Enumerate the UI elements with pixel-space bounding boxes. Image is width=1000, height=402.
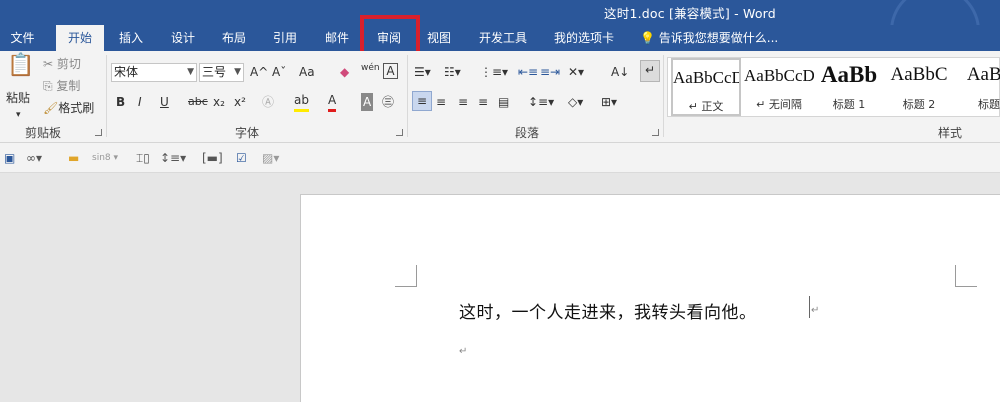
tab-layout[interactable]: 布局: [213, 25, 255, 51]
title-bar: 这时1.doc [兼容模式] - Word: [0, 0, 1000, 76]
show-marks-icon[interactable]: ↵: [640, 60, 660, 82]
sort-icon[interactable]: A↓: [611, 63, 629, 81]
document-paragraph[interactable]: 这时，一个人走进来，我转头看向他。: [459, 298, 757, 323]
separator: [407, 55, 408, 137]
asian-layout-icon[interactable]: ✕▾: [568, 63, 584, 81]
ribbon-home: 📋 粘贴 ▾ ✂ 剪切 ⎘ 复制 🖌格式刷 剪贴板 宋体 ▼ 三号 ▼ A^ Aˇ …: [0, 51, 1000, 143]
strikethrough-button[interactable]: abc: [188, 93, 208, 111]
subscript-button[interactable]: x₂: [213, 93, 225, 111]
checkbox-icon[interactable]: ☑: [236, 149, 247, 167]
paragraph-mark: ↵: [811, 305, 820, 316]
separator: [663, 55, 664, 137]
style-normal[interactable]: AaBbCcDd ↵ 正文: [671, 58, 741, 116]
chevron-down-icon: ▼: [234, 67, 241, 77]
char-shading-button[interactable]: A: [361, 93, 374, 111]
shading-icon[interactable]: ◇▾: [568, 93, 583, 111]
window-title: 这时1.doc [兼容模式] - Word: [604, 6, 776, 21]
paste-icon[interactable]: 📋: [7, 55, 34, 77]
tab-my-tab[interactable]: 我的选项卡: [547, 25, 621, 51]
paragraph-launcher[interactable]: [652, 129, 659, 136]
paste-dropdown-icon[interactable]: ▾: [16, 106, 21, 124]
image-icon[interactable]: ▨▾: [262, 149, 279, 167]
clipboard-group-label: 剪贴板: [25, 126, 62, 140]
clipboard-launcher[interactable]: [95, 129, 102, 136]
align-left-icon[interactable]: ≡: [412, 91, 432, 111]
tell-me-text: 告诉我您想要做什么...: [658, 31, 779, 45]
italic-button[interactable]: I: [138, 93, 142, 111]
styles-gallery: AaBbCcDd ↵ 正文 AaBbCcDd ↵ 无间隔 AaBb 标题 1 A…: [667, 57, 1000, 117]
align-right-icon[interactable]: ≡: [458, 93, 468, 111]
font-name-combo[interactable]: 宋体 ▼: [111, 63, 197, 82]
save-icon[interactable]: ▣: [4, 149, 15, 167]
paste-button[interactable]: 粘贴: [6, 89, 30, 107]
font-color-button[interactable]: A: [328, 91, 337, 112]
tab-design[interactable]: 设计: [162, 25, 204, 51]
format-painter-button[interactable]: 🖌格式刷: [43, 99, 94, 117]
styles-group-label: 样式: [938, 126, 963, 140]
style-heading-2[interactable]: AaBbC 标题 2: [884, 58, 954, 116]
cut-button[interactable]: ✂ 剪切: [43, 55, 81, 73]
clear-format-icon[interactable]: ◆: [340, 63, 349, 81]
folder-icon[interactable]: ▬: [68, 149, 79, 167]
char-border-icon[interactable]: A: [383, 63, 398, 79]
crop-mark-left: [395, 265, 417, 287]
tab-view[interactable]: 视图: [418, 25, 460, 51]
borders-icon[interactable]: ⊞▾: [601, 93, 617, 111]
link-icon[interactable]: ∞▾: [26, 149, 42, 167]
bold-button[interactable]: B: [116, 93, 125, 111]
superscript-button[interactable]: x²: [234, 93, 246, 111]
style-heading-1[interactable]: AaBb 标题 1: [814, 58, 884, 116]
decrease-indent-icon[interactable]: ⇤≡: [518, 63, 538, 81]
text-cursor: [809, 296, 810, 318]
chevron-down-icon: ▼: [187, 67, 194, 77]
scissors-icon: ✂: [43, 57, 57, 71]
style-no-spacing[interactable]: AaBbCcDd ↵ 无间隔: [744, 58, 814, 116]
paragraph-group-label: 段落: [515, 126, 540, 140]
review-tab-highlight: [360, 15, 420, 56]
numbering-icon[interactable]: ☷▾: [444, 63, 461, 81]
copy-icon: ⎘: [43, 79, 57, 93]
shrink-font-button[interactable]: Aˇ: [272, 63, 286, 81]
separator: [106, 55, 107, 137]
change-case-button[interactable]: Aa: [299, 63, 315, 81]
sin-button[interactable]: sin8 ▾: [92, 149, 118, 167]
line-spacing-icon[interactable]: ↕≡▾: [160, 149, 186, 167]
custom-toolbar: ▣ ∞▾ ▬ sin8 ▾ ⌶▯ ↕≡▾ [▬] ☑ ▨▾: [0, 143, 1000, 173]
tab-mailings[interactable]: 邮件: [316, 25, 358, 51]
tab-references[interactable]: 引用: [264, 25, 306, 51]
copy-button[interactable]: ⎘ 复制: [43, 77, 80, 95]
font-size-combo[interactable]: 三号 ▼: [199, 63, 244, 82]
distributed-icon[interactable]: ▤: [498, 93, 509, 111]
highlight-icon[interactable]: ab: [294, 91, 309, 112]
lightbulb-icon: 💡: [640, 31, 655, 45]
font-group-label: 字体: [235, 126, 260, 140]
crop-mark-right: [955, 265, 977, 287]
document-page[interactable]: 这时，一个人走进来，我转头看向他。 ↵ ↵: [300, 194, 1000, 402]
tab-home[interactable]: 开始: [56, 25, 104, 51]
tell-me-box[interactable]: 💡 告诉我您想要做什么...: [640, 25, 778, 51]
bracket-icon[interactable]: [▬]: [202, 149, 223, 167]
column-icon[interactable]: ⌶▯: [136, 149, 150, 167]
justify-icon[interactable]: ≡: [478, 93, 488, 111]
tab-file[interactable]: 文件: [0, 25, 45, 51]
bullets-icon[interactable]: ☰▾: [414, 63, 431, 81]
increase-indent-icon[interactable]: ≡⇥: [540, 63, 560, 81]
paragraph-mark: ↵: [459, 346, 468, 357]
phonetic-guide-button[interactable]: wén: [361, 59, 380, 77]
align-center-icon[interactable]: ≡: [436, 93, 446, 111]
line-spacing-icon[interactable]: ↕≡▾: [528, 93, 554, 111]
enclose-char-icon[interactable]: ㊂: [382, 93, 394, 111]
ribbon-tabs: 文件 开始 插入 设计 布局 引用 邮件 审阅 视图 开发工具 我的选项卡 💡 …: [0, 25, 1000, 51]
tab-insert[interactable]: 插入: [110, 25, 152, 51]
text-effects-icon[interactable]: Ⓐ: [262, 93, 274, 111]
grow-font-button[interactable]: A^: [250, 63, 268, 81]
underline-button[interactable]: U: [160, 93, 169, 111]
tab-developer[interactable]: 开发工具: [472, 25, 534, 51]
font-launcher[interactable]: [396, 129, 403, 136]
brush-icon: 🖌: [43, 101, 59, 115]
multilevel-list-icon[interactable]: ⋮≡▾: [480, 63, 508, 81]
style-title[interactable]: AaBb 标题: [954, 58, 1000, 116]
